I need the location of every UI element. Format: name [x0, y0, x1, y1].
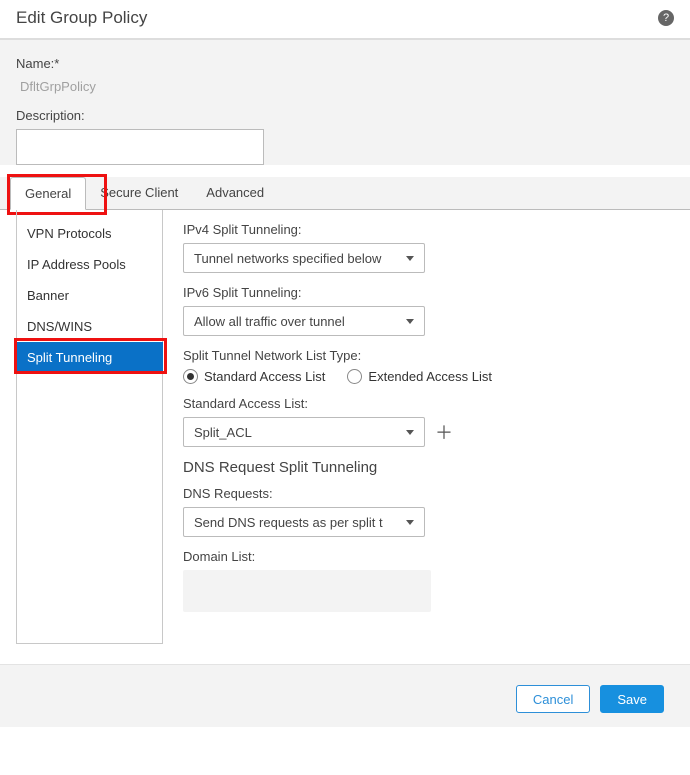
dns-requests-select[interactable]: Send DNS requests as per split t: [183, 507, 425, 537]
sidebar-item-ip-address-pools[interactable]: IP Address Pools: [17, 249, 162, 280]
sidebar-item-split-tunneling[interactable]: Split Tunneling: [16, 342, 163, 373]
domain-list-label: Domain List:: [183, 549, 670, 564]
description-input[interactable]: [16, 129, 264, 165]
dns-requests-value: Send DNS requests as per split t: [194, 515, 383, 530]
plus-icon: ＋: [435, 419, 453, 445]
tab-advanced[interactable]: Advanced: [192, 177, 278, 209]
sidebar-item-vpn-protocols[interactable]: VPN Protocols: [17, 218, 162, 249]
ipv6-split-value: Allow all traffic over tunnel: [194, 314, 345, 329]
chevron-down-icon: [406, 256, 414, 261]
help-icon[interactable]: ?: [658, 10, 674, 26]
ipv4-split-value: Tunnel networks specified below: [194, 251, 381, 266]
ipv6-split-label: IPv6 Split Tunneling:: [183, 285, 670, 300]
radio-icon: [183, 369, 198, 384]
tab-secure-client[interactable]: Secure Client: [86, 177, 192, 209]
radio-standard-acl[interactable]: Standard Access List: [183, 369, 325, 384]
save-button[interactable]: Save: [600, 685, 664, 713]
list-type-label: Split Tunnel Network List Type:: [183, 348, 670, 363]
ipv4-split-select[interactable]: Tunnel networks specified below: [183, 243, 425, 273]
dns-requests-label: DNS Requests:: [183, 486, 670, 501]
domain-list-box: [183, 570, 431, 612]
radio-extended-acl[interactable]: Extended Access List: [347, 369, 492, 384]
std-acl-select[interactable]: Split_ACL: [183, 417, 425, 447]
dns-section-title: DNS Request Split Tunneling: [183, 459, 670, 476]
chevron-down-icon: [406, 430, 414, 435]
chevron-down-icon: [406, 520, 414, 525]
sidebar-item-banner[interactable]: Banner: [17, 280, 162, 311]
name-label: Name:*: [16, 56, 674, 71]
tab-bar: General Secure Client Advanced: [0, 177, 690, 210]
name-value: DfltGrpPolicy: [16, 77, 674, 96]
add-acl-button[interactable]: ＋: [433, 421, 455, 443]
chevron-down-icon: [406, 319, 414, 324]
ipv4-split-label: IPv4 Split Tunneling:: [183, 222, 670, 237]
std-acl-label: Standard Access List:: [183, 396, 670, 411]
sidebar-item-dns-wins[interactable]: DNS/WINS: [17, 311, 162, 342]
radio-icon: [347, 369, 362, 384]
ipv6-split-select[interactable]: Allow all traffic over tunnel: [183, 306, 425, 336]
general-sidebar: VPN Protocols IP Address Pools Banner DN…: [16, 210, 163, 644]
description-label: Description:: [16, 108, 674, 123]
std-acl-value: Split_ACL: [194, 425, 252, 440]
radio-standard-label: Standard Access List: [204, 369, 325, 384]
page-title: Edit Group Policy: [16, 8, 147, 28]
tab-general[interactable]: General: [10, 177, 86, 210]
cancel-button[interactable]: Cancel: [516, 685, 590, 713]
radio-extended-label: Extended Access List: [368, 369, 492, 384]
